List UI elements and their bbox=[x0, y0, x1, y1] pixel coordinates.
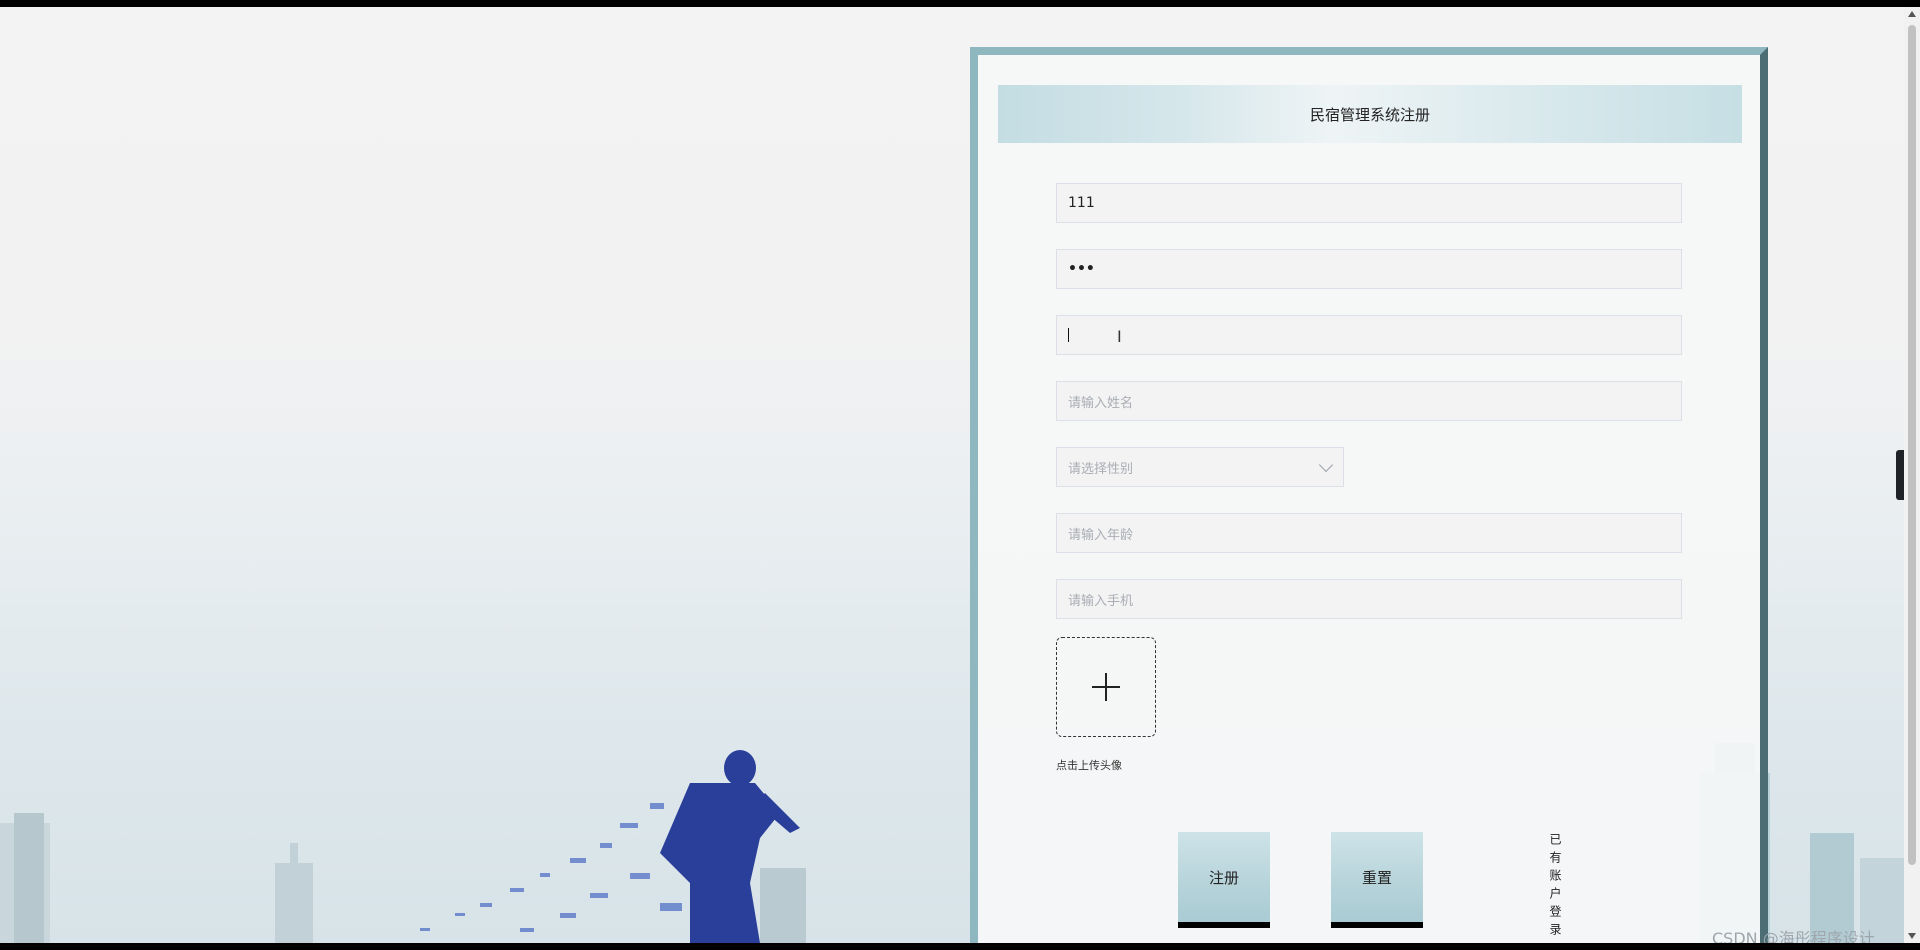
gender-select-placeholder: 请选择性别 bbox=[1068, 461, 1134, 477]
scroll-down-arrow-icon[interactable] bbox=[1908, 933, 1916, 939]
running-figure-image bbox=[420, 750, 800, 943]
name-input[interactable]: 请输入姓名 bbox=[1056, 381, 1682, 421]
text-cursor bbox=[1068, 328, 1069, 342]
phone-input[interactable]: 请输入手机 bbox=[1056, 579, 1682, 619]
scrollbar-thumb[interactable] bbox=[1908, 25, 1916, 865]
register-title: 民宿管理系统注册 bbox=[998, 85, 1742, 143]
age-input[interactable]: 请输入年龄 bbox=[1056, 513, 1682, 553]
avatar-upload-button[interactable] bbox=[1056, 637, 1156, 737]
scroll-up-arrow-icon[interactable] bbox=[1908, 11, 1916, 17]
login-link[interactable]: 已有账户登录 bbox=[1548, 833, 1564, 941]
page-background: 民宿管理系统注册 111 ••• 请输入姓名 请选择性别 请输入年龄 请输入手机… bbox=[0, 7, 1904, 943]
chevron-down-icon bbox=[1318, 457, 1334, 472]
bottom-bar bbox=[0, 943, 1920, 950]
vertical-scrollbar[interactable] bbox=[1904, 7, 1920, 943]
watermark: CSDN @海彤程序设计 bbox=[1712, 929, 1875, 943]
register-button[interactable]: 注册 bbox=[1178, 832, 1270, 928]
reset-button[interactable]: 重置 bbox=[1331, 832, 1423, 928]
register-panel: 民宿管理系统注册 111 ••• 请输入姓名 请选择性别 请输入年龄 请输入手机… bbox=[970, 47, 1768, 943]
plus-icon bbox=[1092, 673, 1120, 701]
avatar-upload-label: 点击上传头像 bbox=[1056, 759, 1122, 772]
account-input[interactable]: 111 bbox=[1056, 183, 1682, 223]
ibeam-cursor-icon: I bbox=[1117, 327, 1122, 346]
password-input[interactable]: ••• bbox=[1056, 249, 1682, 289]
confirm-password-input[interactable] bbox=[1056, 315, 1682, 355]
gender-select[interactable]: 请选择性别 bbox=[1056, 447, 1344, 487]
